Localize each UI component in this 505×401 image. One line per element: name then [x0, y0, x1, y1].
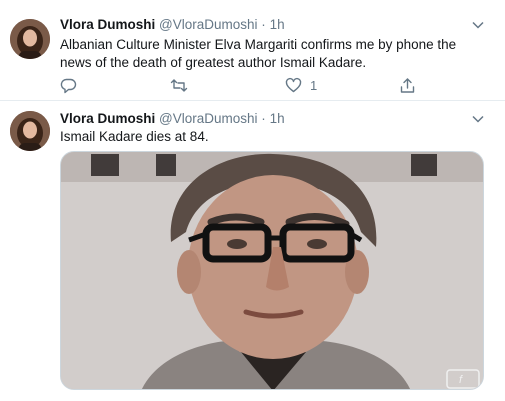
share-button[interactable] [399, 76, 416, 94]
author-name[interactable]: Vlora Dumoshi [60, 111, 155, 126]
author-name[interactable]: Vlora Dumoshi [60, 17, 155, 32]
avatar[interactable] [10, 19, 50, 59]
share-icon [399, 77, 416, 94]
tweet-text: Ismail Kadare dies at 84. [60, 129, 209, 144]
retweet-icon [170, 77, 188, 94]
chevron-down-icon[interactable] [471, 18, 485, 32]
reply-button[interactable] [60, 76, 77, 94]
separator: · [261, 17, 266, 32]
tweet-text: Albanian Culture Minister Elva Margariti… [60, 37, 457, 70]
tweet-actions: 1 [60, 76, 420, 94]
like-button[interactable]: 1 [285, 76, 317, 94]
author-handle[interactable]: @VloraDumoshi [159, 17, 258, 32]
chevron-down-icon[interactable] [471, 112, 485, 126]
tweet-actions-partial [60, 395, 420, 401]
reply-icon [60, 77, 77, 94]
tweet-time[interactable]: 1h [270, 111, 285, 126]
like-count: 1 [310, 77, 318, 93]
author-handle[interactable]: @VloraDumoshi [159, 111, 258, 126]
tweet-photo[interactable]: f [60, 151, 484, 390]
retweet-button[interactable] [170, 76, 188, 94]
avatar[interactable] [10, 111, 50, 151]
separator: · [261, 111, 266, 126]
tweet[interactable]: Vlora Dumoshi @VloraDumoshi · 1h Albania… [0, 0, 505, 101]
tweet[interactable]: Vlora Dumoshi @VloraDumoshi · 1h Ismail … [0, 101, 505, 401]
tweet-time[interactable]: 1h [270, 17, 285, 32]
heart-icon [285, 77, 302, 94]
tweet-header: Vlora Dumoshi @VloraDumoshi · 1h [60, 17, 285, 32]
tweet-feed: Vlora Dumoshi @VloraDumoshi · 1h Albania… [0, 0, 505, 401]
tweet-header: Vlora Dumoshi @VloraDumoshi · 1h [60, 111, 285, 126]
